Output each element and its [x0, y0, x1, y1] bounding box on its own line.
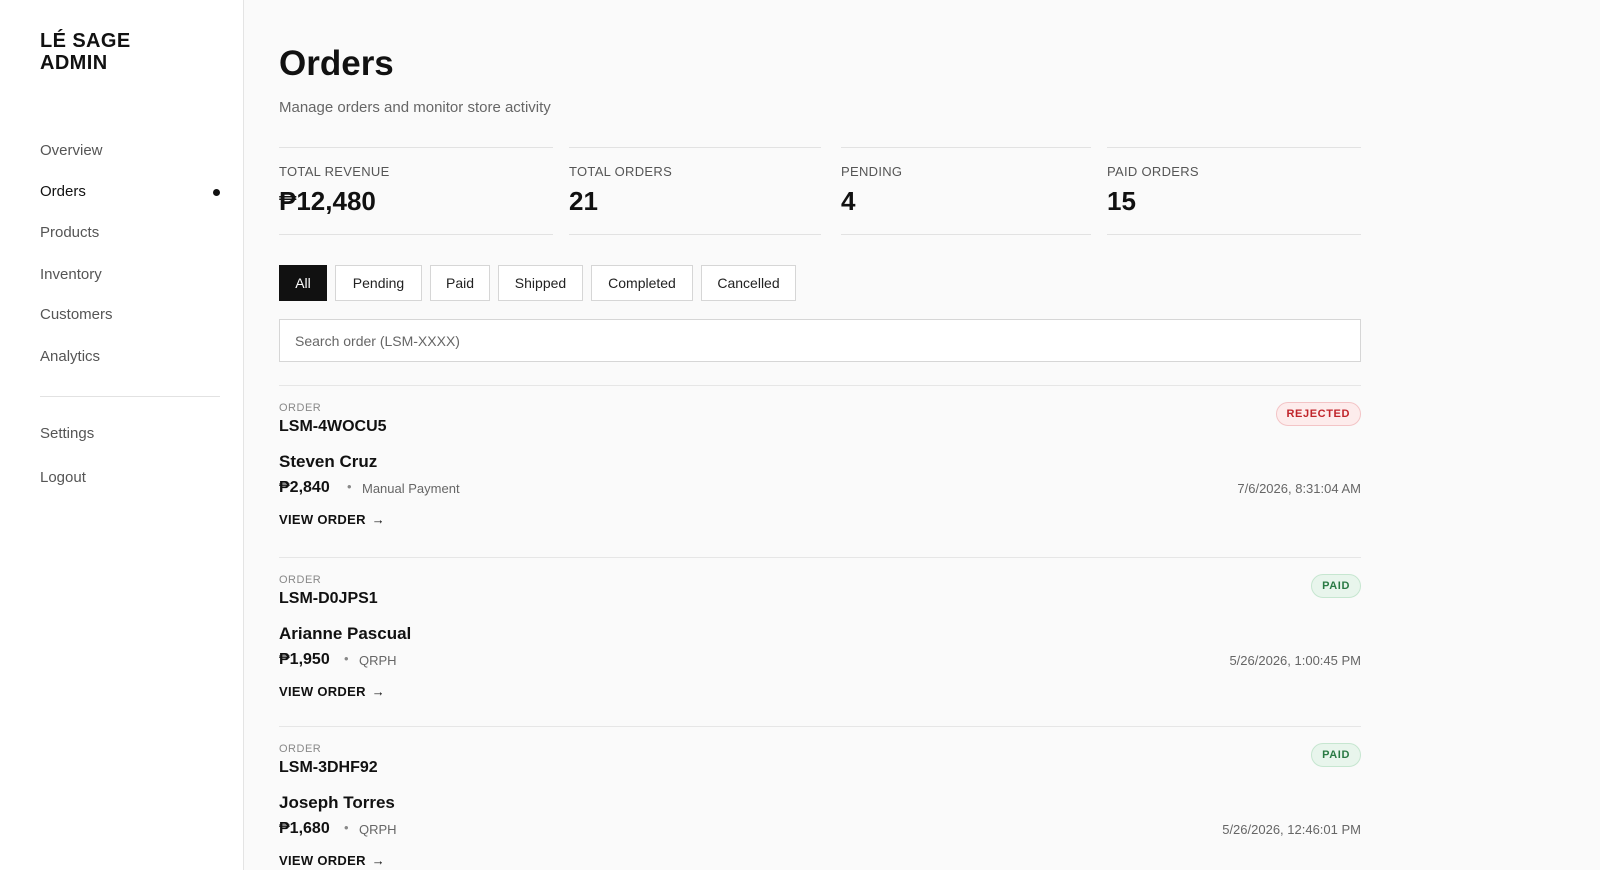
stat-pending: PENDING 4: [841, 147, 1091, 235]
order-kicker: ORDER: [279, 743, 322, 755]
stat-label: TOTAL REVENUE: [279, 164, 390, 179]
customer-name: Steven Cruz: [279, 452, 378, 471]
order-card: ORDER LSM-4WOCU5 REJECTED Steven Cruz ₱2…: [279, 385, 1361, 557]
stat-paid-orders: PAID ORDERS 15: [1107, 147, 1361, 235]
sidebar-item-label: Logout: [40, 469, 86, 486]
stat-value: 15: [1107, 186, 1136, 216]
active-indicator-icon: [213, 189, 220, 196]
order-date: 5/26/2026, 12:46:01 PM: [1222, 822, 1361, 837]
sidebar-item-label: Settings: [40, 425, 95, 442]
sidebar: LÉ SAGE ADMIN Overview Orders Products I…: [0, 0, 244, 870]
sidebar-item-label: Orders: [40, 183, 86, 200]
order-date: 7/6/2026, 8:31:04 AM: [1237, 481, 1361, 496]
order-card: ORDER LSM-D0JPS1 PAID Arianne Pascual ₱1…: [279, 557, 1361, 727]
view-order-link[interactable]: VIEW ORDER →: [279, 684, 385, 699]
stat-total-orders: TOTAL ORDERS 21: [569, 147, 821, 235]
separator-dot: •: [344, 820, 349, 835]
main-content: Orders Manage orders and monitor store a…: [279, 0, 1361, 870]
status-badge: PAID: [1311, 743, 1361, 767]
sidebar-divider: [40, 396, 220, 397]
stat-value: ₱12,480: [279, 186, 376, 216]
sidebar-item-analytics[interactable]: Analytics: [40, 345, 220, 369]
page-subtitle: Manage orders and monitor store activity: [279, 99, 551, 116]
arrow-right-icon: →: [371, 512, 386, 527]
stat-value: 21: [569, 186, 598, 216]
customer-name: Arianne Pascual: [279, 624, 412, 643]
view-order-label: VIEW ORDER: [279, 853, 366, 868]
customer-name: Joseph Torres: [279, 793, 395, 812]
brand-line-2: ADMIN: [40, 52, 108, 74]
sidebar-item-label: Customers: [40, 306, 113, 323]
sidebar-item-orders[interactable]: Orders: [40, 180, 220, 204]
sidebar-item-label: Inventory: [40, 266, 102, 283]
stat-label: PENDING: [841, 164, 903, 179]
view-order-link[interactable]: VIEW ORDER →: [279, 853, 385, 868]
filter-tab-paid[interactable]: Paid: [430, 265, 490, 301]
sidebar-item-label: Overview: [40, 142, 103, 159]
filter-tab-pending[interactable]: Pending: [335, 265, 422, 301]
search-input[interactable]: [279, 319, 1361, 362]
sidebar-item-label: Products: [40, 224, 100, 241]
payment-method: QRPH: [359, 822, 397, 837]
status-badge: REJECTED: [1275, 402, 1361, 426]
filter-tab-cancelled[interactable]: Cancelled: [701, 265, 796, 301]
order-card: ORDER LSM-3DHF92 PAID Joseph Torres ₱1,6…: [279, 726, 1361, 870]
page-title: Orders: [279, 44, 394, 83]
app-root: LÉ SAGE ADMIN Overview Orders Products I…: [0, 0, 1600, 870]
brand-line-1: LÉ SAGE: [40, 30, 131, 52]
sidebar-item-products[interactable]: Products: [40, 221, 220, 245]
stat-total-revenue: TOTAL REVENUE ₱12,480: [279, 147, 553, 235]
order-id: LSM-D0JPS1: [279, 590, 378, 607]
view-order-label: VIEW ORDER: [279, 684, 366, 699]
view-order-link[interactable]: VIEW ORDER →: [279, 512, 385, 527]
order-date: 5/26/2026, 1:00:45 PM: [1229, 653, 1361, 668]
order-amount: ₱2,840: [279, 479, 330, 496]
filter-tab-shipped[interactable]: Shipped: [498, 265, 583, 301]
view-order-label: VIEW ORDER: [279, 512, 366, 527]
sidebar-item-inventory[interactable]: Inventory: [40, 263, 220, 287]
arrow-right-icon: →: [371, 684, 386, 699]
order-kicker: ORDER: [279, 574, 322, 586]
stat-value: 4: [841, 186, 856, 216]
separator-dot: •: [347, 479, 352, 494]
separator-dot: •: [344, 651, 349, 666]
payment-method: QRPH: [359, 653, 397, 668]
sidebar-item-label: Analytics: [40, 348, 101, 365]
order-amount: ₱1,950: [279, 651, 330, 668]
sidebar-item-logout[interactable]: Logout: [40, 466, 220, 490]
stat-label: TOTAL ORDERS: [569, 164, 673, 179]
arrow-right-icon: →: [371, 853, 386, 868]
stat-label: PAID ORDERS: [1107, 164, 1199, 179]
brand-logo[interactable]: LÉ SAGE ADMIN: [40, 30, 131, 74]
filter-tab-completed[interactable]: Completed: [591, 265, 693, 301]
order-amount: ₱1,680: [279, 820, 330, 837]
payment-method: Manual Payment: [362, 481, 460, 496]
order-id: LSM-3DHF92: [279, 759, 378, 776]
order-kicker: ORDER: [279, 402, 322, 414]
sidebar-item-settings[interactable]: Settings: [40, 422, 220, 446]
filter-tab-all[interactable]: All: [279, 265, 327, 301]
sidebar-item-overview[interactable]: Overview: [40, 139, 220, 163]
sidebar-item-customers[interactable]: Customers: [40, 303, 220, 327]
order-id: LSM-4WOCU5: [279, 418, 387, 435]
status-badge: PAID: [1311, 574, 1361, 598]
